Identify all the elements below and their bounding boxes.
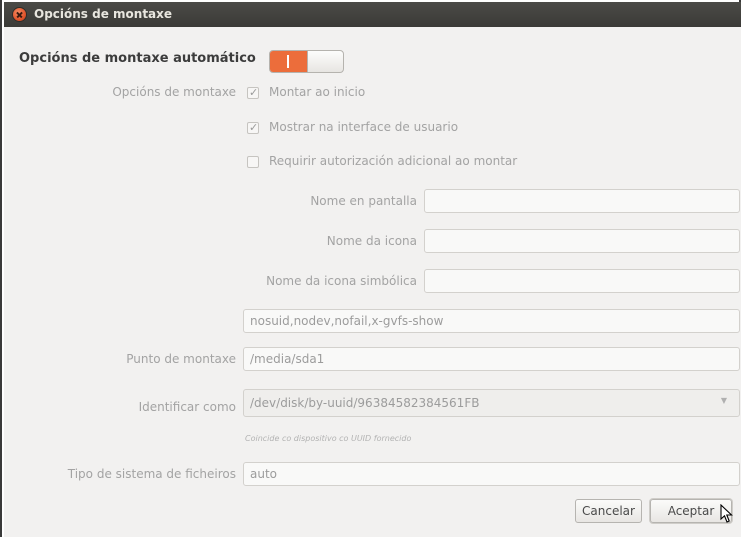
auto-mount-label: Opcións de montaxe automático: [19, 51, 256, 66]
display-name-input[interactable]: [424, 189, 740, 213]
symbolic-icon-name-input[interactable]: [424, 269, 740, 293]
mount-options-input[interactable]: nosuid,nodev,nofail,x-gvfs-show: [243, 309, 740, 333]
check-icon: ✓: [249, 86, 259, 99]
display-name-label: Nome en pantalla: [310, 194, 417, 208]
window-title: Opcións de montaxe: [34, 7, 173, 21]
identify-as-label: Identificar como: [138, 400, 236, 414]
icon-name-input[interactable]: [424, 229, 740, 253]
close-icon[interactable]: [13, 8, 26, 21]
checkbox-label-show-in-ui: Mostrar na interface de usuario: [269, 120, 459, 134]
checkbox-require-auth[interactable]: [247, 156, 259, 168]
fs-type-input[interactable]: auto: [243, 462, 740, 486]
identify-as-combo[interactable]: /dev/disk/by-uuid/96384582384561FB ▼: [243, 389, 740, 417]
checkbox-label-mount-at-startup: Montar ao inicio: [269, 85, 366, 99]
checkbox-show-in-ui[interactable]: ✓: [247, 121, 259, 134]
mount-point-label: Punto de montaxe: [126, 352, 236, 366]
chevron-down-icon[interactable]: ▼: [721, 390, 727, 412]
cursor-icon: [720, 504, 733, 523]
mount-point-input[interactable]: /media/sda1: [243, 347, 740, 371]
dialog-window: Opcións de montaxe Opcións de montaxe au…: [0, 0, 741, 537]
cancel-button[interactable]: Cancelar: [575, 499, 642, 523]
auto-mount-toggle[interactable]: [269, 50, 344, 73]
toggle-knob[interactable]: [307, 51, 343, 72]
identify-as-hint: Coincide co dispositivo co UUID fornecid…: [245, 434, 412, 443]
checkbox-label-require-auth: Requirir autorización adicional ao monta…: [269, 154, 518, 168]
fs-type-label: Tipo de sistema de ficheiros: [67, 467, 236, 481]
toggle-on-mark: [287, 55, 289, 68]
identify-as-value: /dev/disk/by-uuid/96384582384561FB: [250, 396, 480, 410]
title-bar: Opcións de montaxe: [4, 2, 741, 28]
icon-name-label: Nome da icona: [326, 234, 417, 248]
mount-options-label: Opcións de montaxe: [112, 85, 236, 99]
toggle-track: [270, 51, 308, 72]
symbolic-icon-name-label: Nome da icona simbólica: [266, 274, 417, 288]
check-icon: ✓: [249, 121, 259, 134]
checkbox-mount-at-startup[interactable]: ✓: [247, 86, 259, 99]
